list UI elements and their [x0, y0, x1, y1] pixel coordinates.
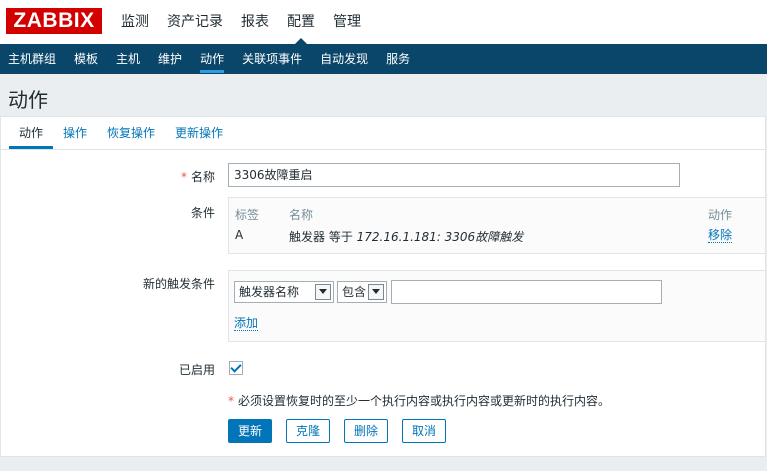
condition-tag: A — [235, 228, 244, 242]
update-button[interactable]: 更新 — [228, 419, 273, 443]
tab-update-operations[interactable]: 更新操作 — [165, 117, 233, 149]
sub-menu-services[interactable]: 服务 — [378, 44, 420, 74]
sub-menu-actions[interactable]: 动作 — [192, 44, 234, 74]
sub-menu-host-groups[interactable]: 主机群组 — [0, 44, 66, 74]
condition-name: 触发器 等于 172.16.1.181: 3306故障触发 — [289, 230, 524, 244]
page-title: 动作 — [8, 88, 48, 112]
condition-value-input[interactable] — [391, 280, 662, 304]
condition-type-select[interactable]: 触发器名称 — [234, 281, 334, 303]
required-mark: * — [180, 170, 187, 184]
cancel-button[interactable]: 取消 — [402, 419, 447, 443]
conditions-header-tag: 标签 — [235, 208, 260, 222]
zabbix-logo[interactable]: ZABBIX — [6, 8, 102, 34]
add-condition-link[interactable]: 添加 — [234, 316, 259, 331]
tab-recovery-operations[interactable]: 恢复操作 — [97, 117, 165, 149]
main-menu: 监测 资产记录 报表 配置 管理 — [112, 0, 370, 44]
condition-operator-select[interactable]: 包含 — [337, 281, 387, 303]
sub-menu-hosts[interactable]: 主机 — [108, 44, 150, 74]
clone-button[interactable]: 克隆 — [286, 419, 331, 443]
recovery-requirement-note: * 必须设置恢复时的至少一个执行内容或执行内容或更新时的执行内容。 — [228, 394, 611, 408]
conditions-header-name: 名称 — [289, 208, 314, 222]
main-menu-monitoring[interactable]: 监测 — [112, 0, 158, 44]
chevron-down-icon — [368, 284, 384, 300]
new-condition-box: 触发器名称 包含 添加 — [228, 270, 766, 342]
top-bar: ZABBIX 监测 资产记录 报表 配置 管理 — [0, 0, 767, 44]
sub-menu-templates[interactable]: 模板 — [66, 44, 108, 74]
tab-operations[interactable]: 操作 — [53, 117, 97, 149]
conditions-label: 条件 — [190, 206, 215, 220]
conditions-table: 标签 名称 动作 A 触发器 等于 172.16.1.181: 3306故障触发… — [228, 197, 766, 254]
tab-action[interactable]: 动作 — [9, 117, 54, 149]
sub-menu-event-correlation[interactable]: 关联项事件 — [234, 44, 312, 74]
enabled-checkbox[interactable] — [229, 361, 243, 375]
sub-menu-maintenance[interactable]: 维护 — [150, 44, 192, 74]
conditions-header-action: 动作 — [708, 208, 733, 222]
sub-menu-discovery[interactable]: 自动发现 — [312, 44, 378, 74]
sub-menu: 主机群组 模板 主机 维护 动作 关联项事件 自动发现 服务 — [0, 44, 767, 74]
delete-button[interactable]: 删除 — [344, 419, 389, 443]
main-menu-administration[interactable]: 管理 — [324, 0, 370, 44]
main-menu-reports[interactable]: 报表 — [232, 0, 278, 44]
form-tabs: 动作 操作 恢复操作 更新操作 — [9, 117, 233, 149]
action-form-panel: 动作 操作 恢复操作 更新操作 * 名称 3306故障重启 条件 标签 名称 动作… — [0, 116, 766, 457]
tab-divider — [1, 149, 765, 150]
remove-condition-link[interactable]: 移除 — [708, 228, 733, 243]
main-menu-configuration[interactable]: 配置 — [278, 0, 324, 44]
new-condition-label: 新的触发条件 — [142, 277, 215, 291]
chevron-down-icon — [315, 284, 331, 300]
name-label: * 名称 — [180, 170, 215, 184]
main-menu-inventory[interactable]: 资产记录 — [158, 0, 232, 44]
name-input[interactable]: 3306故障重启 — [228, 163, 680, 187]
condition-trigger-name: 172.16.1.181: 3306故障触发 — [356, 230, 524, 244]
enabled-label: 已启用 — [178, 363, 215, 377]
